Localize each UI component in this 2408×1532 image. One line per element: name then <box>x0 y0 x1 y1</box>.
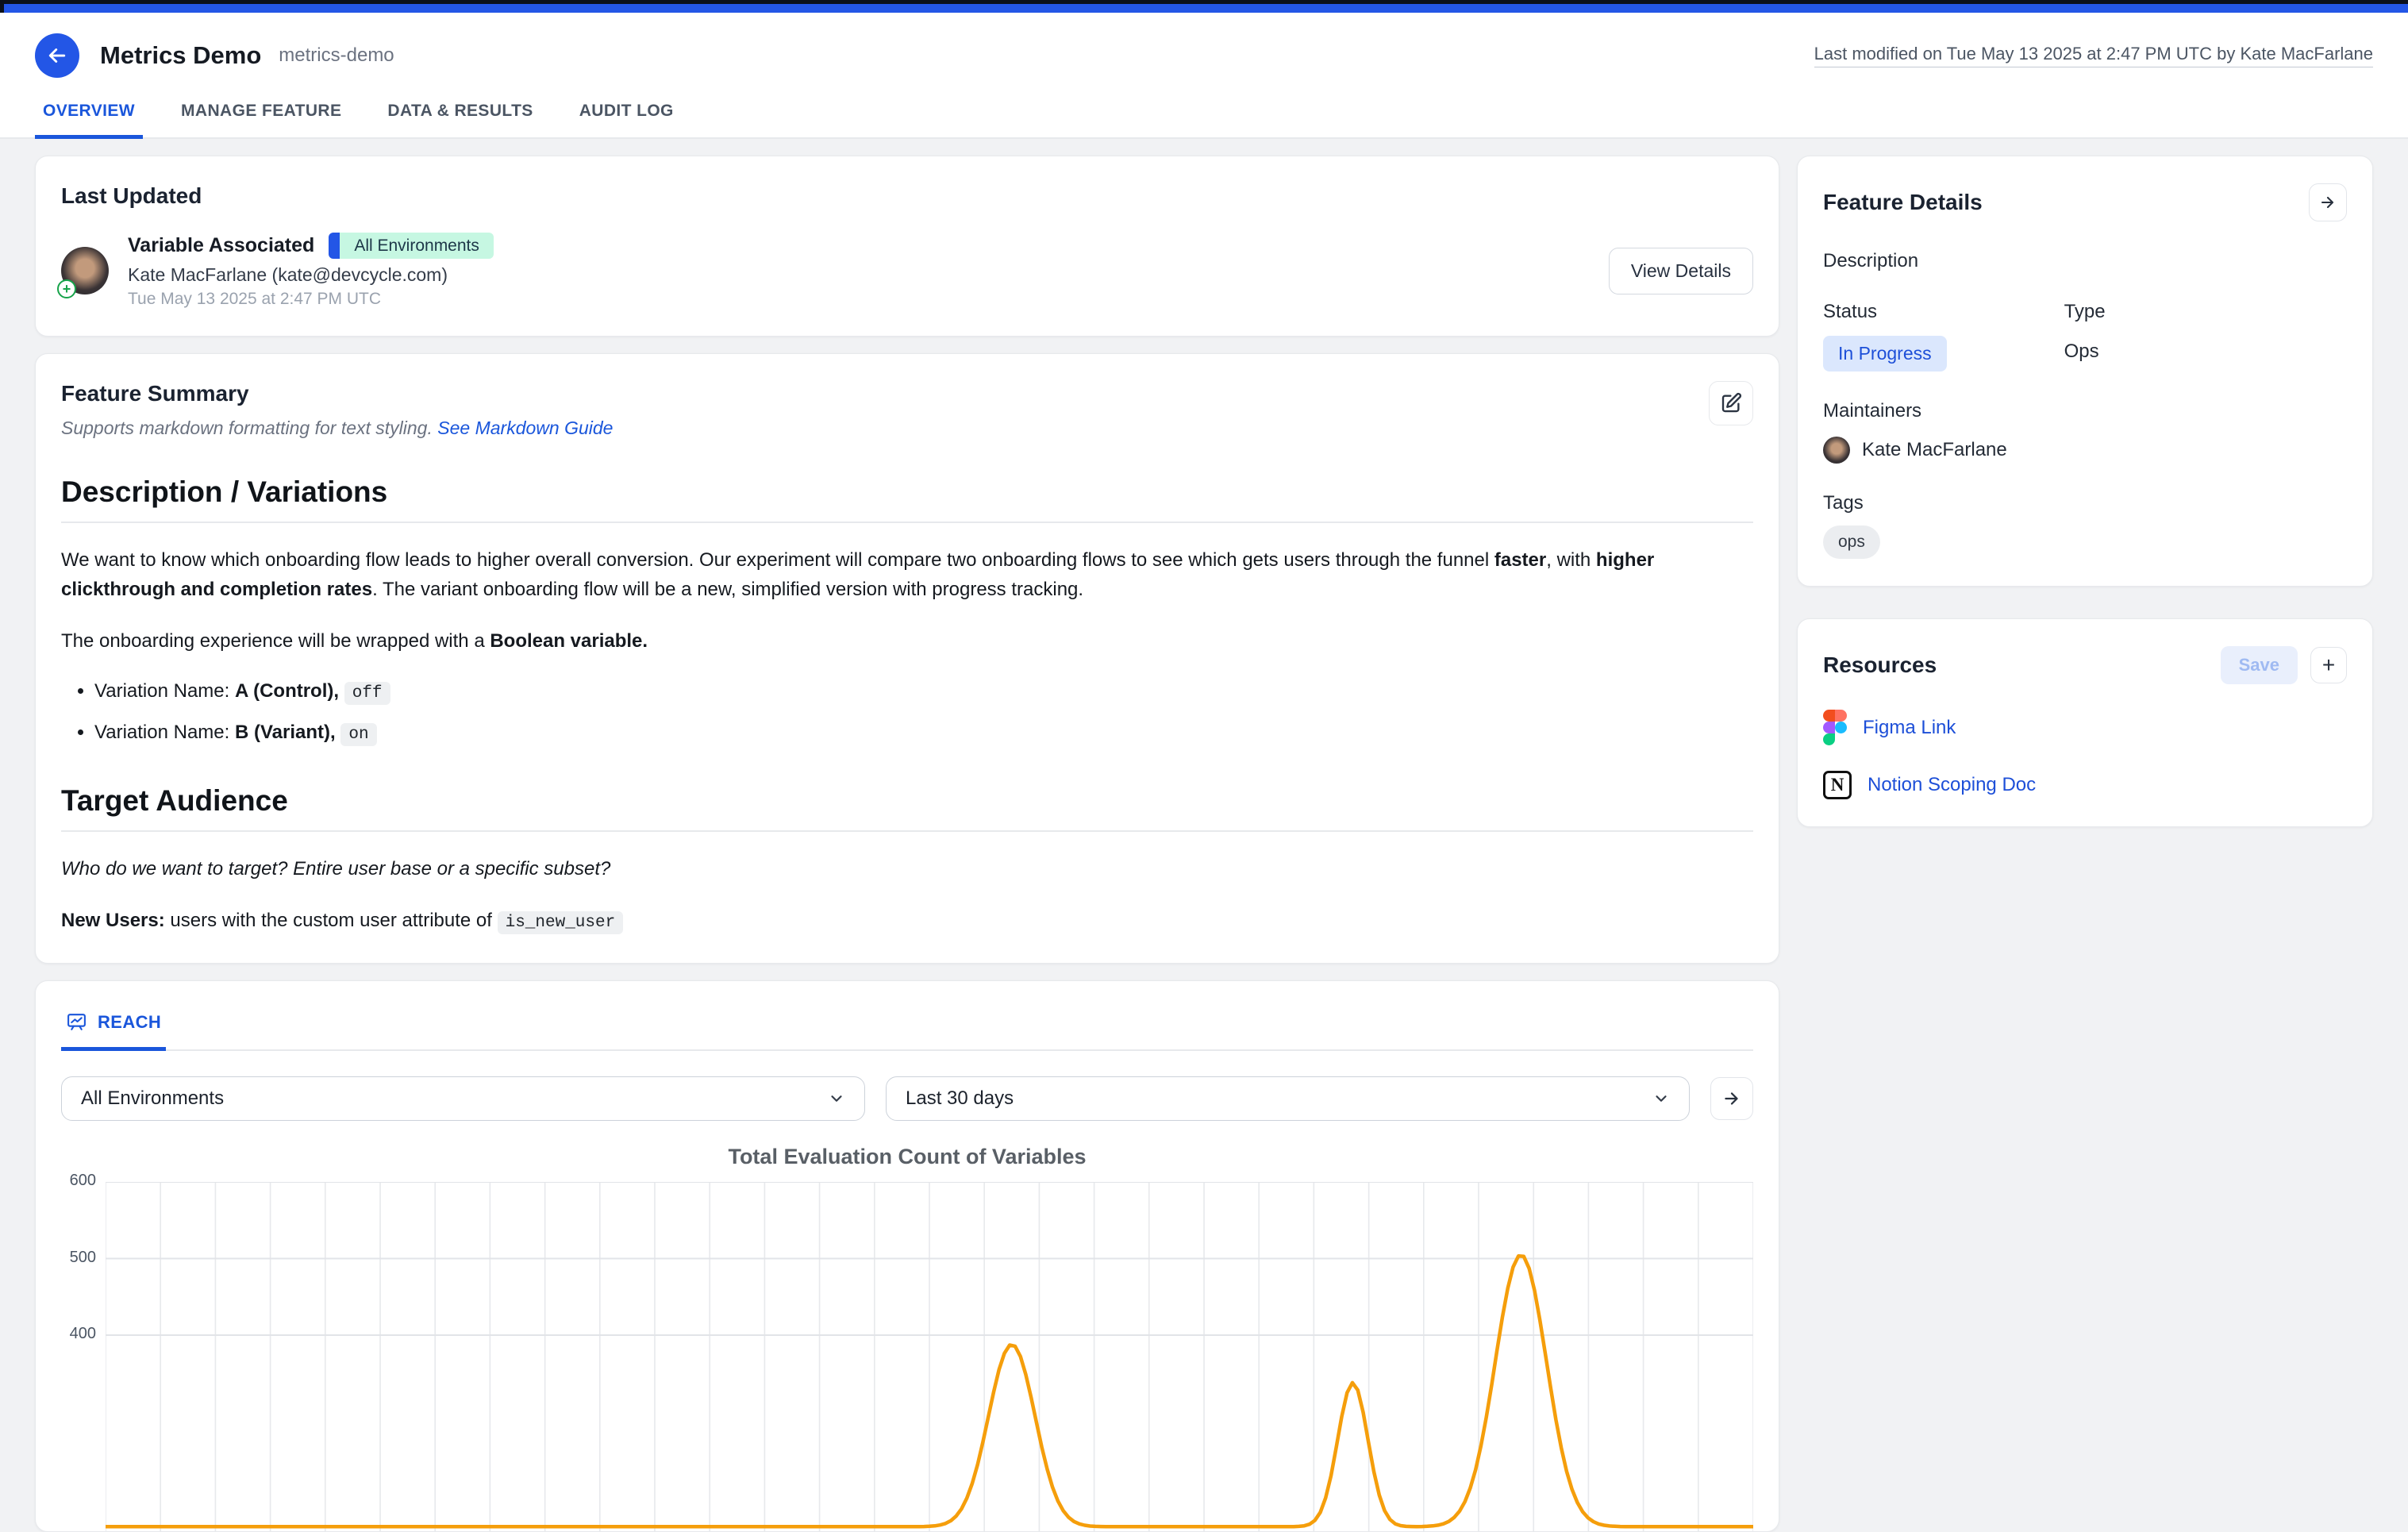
environment-select[interactable]: All Environments <box>61 1076 865 1121</box>
add-resource-button[interactable]: + <box>2310 647 2347 683</box>
feature-summary-subtitle: Supports markdown formatting for text st… <box>61 418 613 439</box>
tags-label: Tags <box>1823 492 2347 514</box>
feature-tabs: OVERVIEW MANAGE FEATURE DATA & RESULTS A… <box>35 92 2373 137</box>
boolean-paragraph: The onboarding experience will be wrappe… <box>61 626 1753 656</box>
variation-value-chip: on <box>340 723 376 746</box>
description-label: Description <box>1823 250 2347 272</box>
apply-filters-button[interactable] <box>1710 1077 1753 1120</box>
main-content: Last Updated + Variable Associated All E… <box>0 139 2408 1532</box>
reach-chart-ylabels: 600500400 <box>61 1182 106 1531</box>
arrow-left-icon <box>45 44 69 67</box>
page-header: Metrics Demo metrics-demo Last modified … <box>0 13 2408 139</box>
reach-filters: All Environments Last 30 days <box>61 1076 1753 1121</box>
maintainer-row: Kate MacFarlane <box>1823 437 2347 464</box>
right-sidebar: Feature Details Description Status In Pr… <box>1797 156 2373 1532</box>
resources-title: Resources <box>1823 652 1937 678</box>
arrow-right-icon <box>2318 193 2337 212</box>
event-user: Kate MacFarlane (kate@devcycle.com) <box>128 264 1609 286</box>
status-label: Status <box>1823 301 2064 323</box>
resources-card: Resources Save + Figma Link N Notion Sco… <box>1797 618 2373 827</box>
last-updated-card: Last Updated + Variable Associated All E… <box>35 156 1779 337</box>
markdown-body: Description / Variations We want to know… <box>61 475 1753 936</box>
page-title: Metrics Demo <box>100 41 261 70</box>
tab-reach[interactable]: REACH <box>61 1008 166 1051</box>
save-button[interactable]: Save <box>2221 646 2298 684</box>
edit-summary-button[interactable] <box>1709 381 1753 425</box>
maintainer-name: Kate MacFarlane <box>1862 439 2007 461</box>
resource-link-figma[interactable]: Figma Link <box>1823 710 2347 745</box>
view-details-button[interactable]: View Details <box>1609 248 1753 294</box>
feature-summary-card: Feature Summary Supports markdown format… <box>35 353 1779 964</box>
back-button[interactable] <box>35 33 79 78</box>
type-value: Ops <box>2064 341 2347 363</box>
tab-audit-log[interactable]: AUDIT LOG <box>571 92 682 139</box>
left-column: Last Updated + Variable Associated All E… <box>35 156 1779 1532</box>
event-type-badge-icon: + <box>57 279 76 298</box>
tab-overview[interactable]: OVERVIEW <box>35 92 143 139</box>
edit-pencil-icon <box>1719 391 1743 415</box>
y-tick-label: 400 <box>70 1325 96 1343</box>
reach-chart-plot <box>106 1182 1753 1531</box>
reach-tab-row: REACH <box>61 1008 1753 1051</box>
reach-chart: 600500400 <box>61 1182 1753 1531</box>
attribute-chip: is_new_user <box>498 911 624 934</box>
target-audience-heading: Target Audience <box>61 784 1753 832</box>
variation-list: Variation Name: A (Control), off Variati… <box>61 677 1753 748</box>
chart-board-icon <box>66 1011 87 1033</box>
y-tick-label: 600 <box>70 1172 96 1190</box>
brand-accent-bar <box>0 4 2408 13</box>
variation-item-variant: Variation Name: B (Variant), on <box>94 718 1753 748</box>
status-badge[interactable]: In Progress <box>1823 336 1947 371</box>
sidebar-edge <box>0 4 4 13</box>
feature-summary-title: Feature Summary <box>61 381 613 406</box>
feature-details-card: Feature Details Description Status In Pr… <box>1797 156 2373 587</box>
maintainers-label: Maintainers <box>1823 400 2347 422</box>
avatar <box>1823 437 1850 464</box>
avatar: + <box>61 247 109 294</box>
target-question: Who do we want to target? Entire user ba… <box>61 854 1753 883</box>
tab-data-results[interactable]: DATA & RESULTS <box>379 92 540 139</box>
description-paragraph: We want to know which onboarding flow le… <box>61 545 1753 604</box>
feature-details-title: Feature Details <box>1823 190 1983 215</box>
type-label: Type <box>2064 301 2347 323</box>
date-range-select[interactable]: Last 30 days <box>886 1076 1690 1121</box>
last-updated-title: Last Updated <box>61 183 1753 209</box>
event-timestamp: Tue May 13 2025 at 2:47 PM UTC <box>128 290 1609 309</box>
open-details-button[interactable] <box>2309 183 2347 221</box>
event-info: Variable Associated All Environments Kat… <box>128 233 1609 309</box>
y-tick-label: 500 <box>70 1249 96 1267</box>
environment-badge-accent <box>329 233 340 259</box>
chart-title: Total Evaluation Count of Variables <box>61 1145 1753 1169</box>
arrow-right-icon <box>1721 1088 1742 1109</box>
tag-chip: ops <box>1823 525 1880 559</box>
last-modified-text: Last modified on Tue May 13 2025 at 2:47… <box>1814 44 2373 67</box>
variation-value-chip: off <box>344 682 390 705</box>
chevron-down-icon <box>828 1090 845 1107</box>
target-line: New Users: users with the custom user at… <box>61 906 1753 937</box>
notion-icon: N <box>1823 771 1852 799</box>
audit-event-row: + Variable Associated All Environments K… <box>61 233 1753 309</box>
markdown-guide-link[interactable]: See Markdown Guide <box>437 418 613 438</box>
event-title: Variable Associated <box>128 234 314 257</box>
resource-link-notion[interactable]: N Notion Scoping Doc <box>1823 771 2347 799</box>
feature-key: metrics-demo <box>279 44 394 67</box>
reach-card: REACH All Environments Last 30 days <box>35 980 1779 1532</box>
environment-badge: All Environments <box>329 233 494 259</box>
figma-icon <box>1823 710 1847 745</box>
variations-heading: Description / Variations <box>61 475 1753 523</box>
chevron-down-icon <box>1652 1090 1670 1107</box>
tab-manage-feature[interactable]: MANAGE FEATURE <box>173 92 349 139</box>
variation-item-control: Variation Name: A (Control), off <box>94 677 1753 706</box>
